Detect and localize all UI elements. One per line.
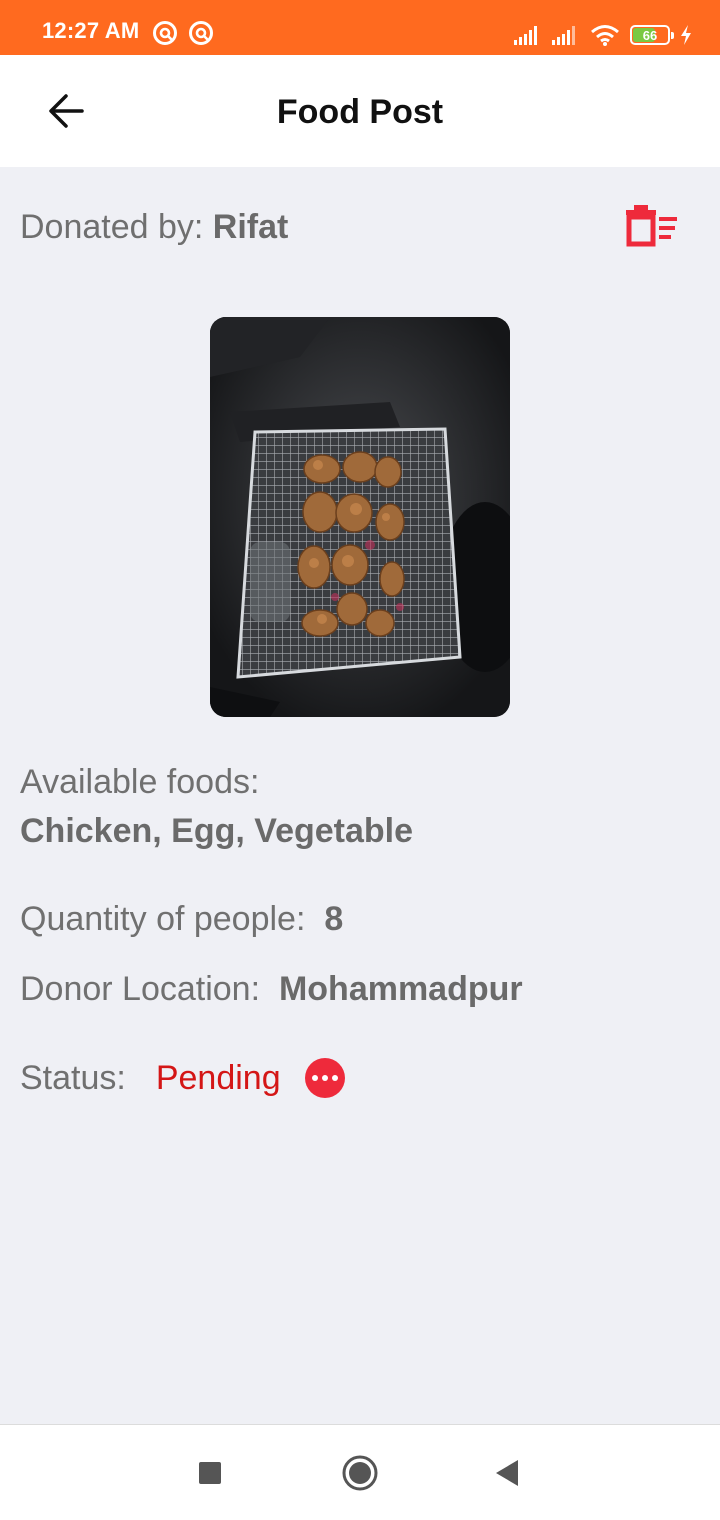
food-photo-illustration [210,317,510,717]
dot [311,1075,318,1081]
notification-icon [189,21,213,45]
signal-icon [514,26,537,45]
delete-post-button[interactable] [620,202,682,252]
donated-by: Donated by: Rifat [20,208,288,247]
wifi-icon [591,25,619,46]
battery-level: 66 [642,27,658,43]
page-title: Food Post [276,93,444,131]
food-photo [210,317,510,717]
recents-button[interactable] [185,1451,235,1495]
battery-tip [671,32,674,39]
donor-name: Rifat [212,208,289,246]
charging-icon [681,25,691,45]
available-foods-value: Chicken, Egg, Vegetable [20,812,414,850]
battery-icon: 66 [630,25,674,45]
signal-icon [552,26,575,45]
quantity-row: Quantity of people: 8 [20,900,343,939]
back-nav-button[interactable] [482,1451,532,1495]
available-foods-label: Available foods: [20,763,260,801]
home-button[interactable] [335,1451,385,1495]
quantity-value: 8 [324,900,344,938]
status-label: Status: [20,1058,126,1097]
recents-square-icon [199,1462,221,1484]
quantity-label: Quantity of people: [20,900,306,938]
system-nav-bar [0,1424,720,1520]
delete-list-icon [626,205,677,247]
dot [321,1075,328,1081]
location-label: Donor Location: [20,970,261,1008]
status-value: Pending [155,1058,281,1097]
location-row: Donor Location: Mohammadpur [20,970,523,1009]
donated-label: Donated by: [20,208,213,246]
status-bar: 12:27 AM 66 [0,0,720,55]
more-horizontal-icon[interactable] [304,1058,345,1098]
status-indicators: 66 [514,20,692,50]
home-circle-icon [342,1455,378,1491]
status-row: Status: Pending [20,1058,345,1098]
back-triangle-icon [496,1460,518,1486]
status-time: 12:27 AM [42,18,140,43]
dot [331,1075,338,1081]
location-value: Mohammadpur [278,970,523,1008]
notification-icon [153,21,177,45]
app-bar: Food Post [0,55,720,167]
